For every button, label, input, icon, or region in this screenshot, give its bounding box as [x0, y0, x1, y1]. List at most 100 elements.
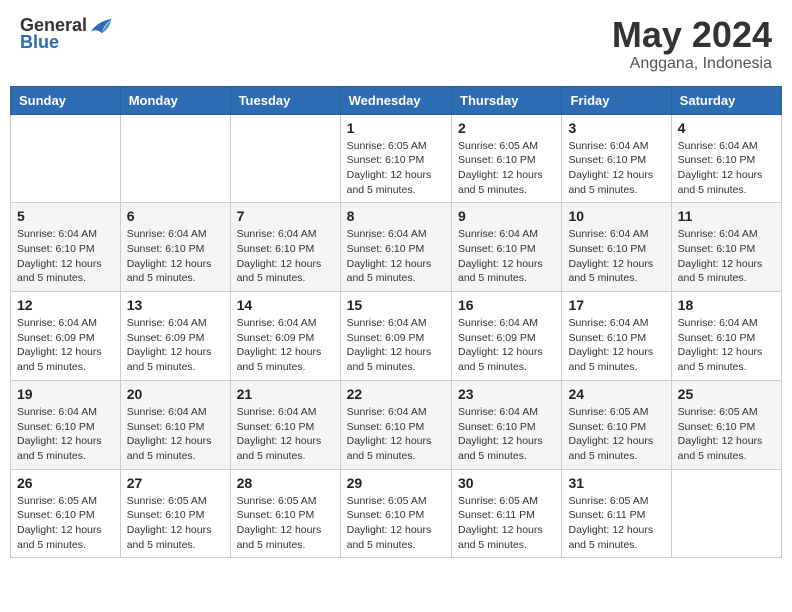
day-info: Sunrise: 6:04 AM Sunset: 6:10 PM Dayligh…: [237, 227, 334, 286]
calendar-cell: 15 Sunrise: 6:04 AM Sunset: 6:09 PM Dayli…: [340, 292, 451, 381]
day-number: 19: [17, 386, 114, 402]
day-info: Sunrise: 6:04 AM Sunset: 6:09 PM Dayligh…: [347, 316, 445, 375]
calendar-cell: 22 Sunrise: 6:04 AM Sunset: 6:10 PM Dayli…: [340, 380, 451, 469]
day-number: 3: [568, 120, 664, 136]
weekday-header: Wednesday: [340, 86, 451, 114]
weekday-header: Saturday: [671, 86, 781, 114]
day-number: 8: [347, 208, 445, 224]
day-info: Sunrise: 6:04 AM Sunset: 6:10 PM Dayligh…: [568, 316, 664, 375]
weekday-header: Thursday: [452, 86, 562, 114]
day-info: Sunrise: 6:05 AM Sunset: 6:10 PM Dayligh…: [347, 494, 445, 553]
day-info: Sunrise: 6:05 AM Sunset: 6:10 PM Dayligh…: [568, 405, 664, 464]
weekday-header: Sunday: [11, 86, 121, 114]
calendar-cell: 12 Sunrise: 6:04 AM Sunset: 6:09 PM Dayli…: [11, 292, 121, 381]
calendar-cell: 29 Sunrise: 6:05 AM Sunset: 6:10 PM Dayli…: [340, 469, 451, 558]
calendar-cell: 25Sunrise: 6:05 AM Sunset: 6:10 PM Dayli…: [671, 380, 781, 469]
day-number: 18: [678, 297, 775, 313]
calendar-cell: 13Sunrise: 6:04 AM Sunset: 6:09 PM Dayli…: [120, 292, 230, 381]
calendar-cell: [120, 114, 230, 203]
calendar-week-row: 26 Sunrise: 6:05 AM Sunset: 6:10 PM Dayli…: [11, 469, 782, 558]
calendar-cell: 5 Sunrise: 6:04 AM Sunset: 6:10 PM Daylig…: [11, 203, 121, 292]
day-number: 6: [127, 208, 224, 224]
day-info: Sunrise: 6:04 AM Sunset: 6:10 PM Dayligh…: [678, 227, 775, 286]
logo-text-blue: Blue: [20, 32, 59, 53]
calendar-cell: 3 Sunrise: 6:04 AM Sunset: 6:10 PM Daylig…: [562, 114, 671, 203]
calendar-cell: [11, 114, 121, 203]
day-info: Sunrise: 6:04 AM Sunset: 6:10 PM Dayligh…: [17, 405, 114, 464]
day-number: 4: [678, 120, 775, 136]
day-info: Sunrise: 6:04 AM Sunset: 6:10 PM Dayligh…: [678, 316, 775, 375]
weekday-header: Tuesday: [230, 86, 340, 114]
calendar-cell: 16 Sunrise: 6:04 AM Sunset: 6:09 PM Dayli…: [452, 292, 562, 381]
calendar-week-row: 5 Sunrise: 6:04 AM Sunset: 6:10 PM Daylig…: [11, 203, 782, 292]
calendar-cell: 31Sunrise: 6:05 AM Sunset: 6:11 PM Dayli…: [562, 469, 671, 558]
day-number: 16: [458, 297, 555, 313]
day-number: 25: [678, 386, 775, 402]
calendar-cell: 14 Sunrise: 6:04 AM Sunset: 6:09 PM Dayli…: [230, 292, 340, 381]
calendar-cell: 28 Sunrise: 6:05 AM Sunset: 6:10 PM Dayli…: [230, 469, 340, 558]
day-number: 9: [458, 208, 555, 224]
day-number: 23: [458, 386, 555, 402]
calendar-cell: 8Sunrise: 6:04 AM Sunset: 6:10 PM Daylig…: [340, 203, 451, 292]
logo-bird-icon: [89, 16, 113, 36]
day-number: 10: [568, 208, 664, 224]
day-info: Sunrise: 6:04 AM Sunset: 6:10 PM Dayligh…: [568, 139, 664, 198]
day-number: 28: [237, 475, 334, 491]
day-info: Sunrise: 6:05 AM Sunset: 6:10 PM Dayligh…: [237, 494, 334, 553]
day-info: Sunrise: 6:05 AM Sunset: 6:10 PM Dayligh…: [17, 494, 114, 553]
day-info: Sunrise: 6:04 AM Sunset: 6:10 PM Dayligh…: [568, 227, 664, 286]
weekday-header: Monday: [120, 86, 230, 114]
day-number: 5: [17, 208, 114, 224]
calendar-cell: [230, 114, 340, 203]
calendar-cell: 10 Sunrise: 6:04 AM Sunset: 6:10 PM Dayli…: [562, 203, 671, 292]
calendar-cell: 4 Sunrise: 6:04 AM Sunset: 6:10 PM Daylig…: [671, 114, 781, 203]
calendar-cell: 17 Sunrise: 6:04 AM Sunset: 6:10 PM Dayli…: [562, 292, 671, 381]
day-info: Sunrise: 6:05 AM Sunset: 6:11 PM Dayligh…: [568, 494, 664, 553]
day-info: Sunrise: 6:04 AM Sunset: 6:09 PM Dayligh…: [17, 316, 114, 375]
day-number: 15: [347, 297, 445, 313]
calendar-cell: 19 Sunrise: 6:04 AM Sunset: 6:10 PM Dayli…: [11, 380, 121, 469]
calendar-cell: 23 Sunrise: 6:04 AM Sunset: 6:10 PM Dayli…: [452, 380, 562, 469]
day-info: Sunrise: 6:04 AM Sunset: 6:10 PM Dayligh…: [458, 405, 555, 464]
calendar-week-row: 19 Sunrise: 6:04 AM Sunset: 6:10 PM Dayli…: [11, 380, 782, 469]
calendar-cell: 7 Sunrise: 6:04 AM Sunset: 6:10 PM Daylig…: [230, 203, 340, 292]
day-number: 26: [17, 475, 114, 491]
calendar-cell: 26 Sunrise: 6:05 AM Sunset: 6:10 PM Dayli…: [11, 469, 121, 558]
calendar-cell: 27 Sunrise: 6:05 AM Sunset: 6:10 PM Dayli…: [120, 469, 230, 558]
day-number: 12: [17, 297, 114, 313]
calendar-cell: 21Sunrise: 6:04 AM Sunset: 6:10 PM Dayli…: [230, 380, 340, 469]
day-info: Sunrise: 6:04 AM Sunset: 6:10 PM Dayligh…: [347, 405, 445, 464]
day-info: Sunrise: 6:04 AM Sunset: 6:09 PM Dayligh…: [458, 316, 555, 375]
calendar-cell: 24 Sunrise: 6:05 AM Sunset: 6:10 PM Dayli…: [562, 380, 671, 469]
day-info: Sunrise: 6:04 AM Sunset: 6:09 PM Dayligh…: [237, 316, 334, 375]
day-number: 22: [347, 386, 445, 402]
weekday-header: Friday: [562, 86, 671, 114]
calendar-cell: 11 Sunrise: 6:04 AM Sunset: 6:10 PM Dayli…: [671, 203, 781, 292]
day-info: Sunrise: 6:04 AM Sunset: 6:10 PM Dayligh…: [17, 227, 114, 286]
day-info: Sunrise: 6:05 AM Sunset: 6:10 PM Dayligh…: [127, 494, 224, 553]
weekday-header-row: SundayMondayTuesdayWednesdayThursdayFrid…: [11, 86, 782, 114]
calendar-cell: 6 Sunrise: 6:04 AM Sunset: 6:10 PM Daylig…: [120, 203, 230, 292]
page-header: General Blue May 2024 Anggana, Indonesia: [10, 10, 782, 78]
day-number: 21: [237, 386, 334, 402]
day-info: Sunrise: 6:04 AM Sunset: 6:10 PM Dayligh…: [678, 139, 775, 198]
day-number: 7: [237, 208, 334, 224]
day-number: 20: [127, 386, 224, 402]
day-info: Sunrise: 6:05 AM Sunset: 6:10 PM Dayligh…: [458, 139, 555, 198]
day-info: Sunrise: 6:05 AM Sunset: 6:10 PM Dayligh…: [347, 139, 445, 198]
calendar-cell: 2Sunrise: 6:05 AM Sunset: 6:10 PM Daylig…: [452, 114, 562, 203]
day-number: 29: [347, 475, 445, 491]
day-info: Sunrise: 6:04 AM Sunset: 6:10 PM Dayligh…: [127, 227, 224, 286]
day-info: Sunrise: 6:05 AM Sunset: 6:11 PM Dayligh…: [458, 494, 555, 553]
day-number: 13: [127, 297, 224, 313]
day-number: 27: [127, 475, 224, 491]
logo: General Blue: [20, 15, 113, 53]
calendar-cell: 9Sunrise: 6:04 AM Sunset: 6:10 PM Daylig…: [452, 203, 562, 292]
day-number: 24: [568, 386, 664, 402]
calendar-week-row: 12 Sunrise: 6:04 AM Sunset: 6:09 PM Dayli…: [11, 292, 782, 381]
day-number: 11: [678, 208, 775, 224]
day-number: 1: [347, 120, 445, 136]
day-number: 14: [237, 297, 334, 313]
day-number: 17: [568, 297, 664, 313]
day-number: 30: [458, 475, 555, 491]
